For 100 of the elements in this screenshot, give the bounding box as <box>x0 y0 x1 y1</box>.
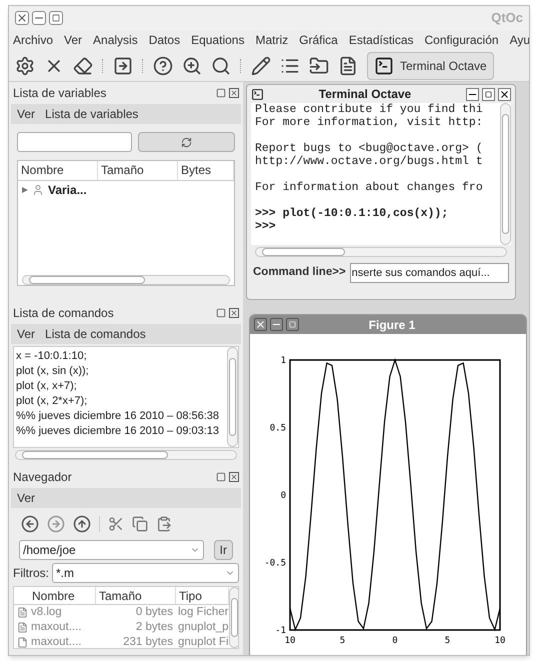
prompt-line: >>> <box>255 220 277 233</box>
menu-item[interactable]: Lista de variables <box>45 105 138 123</box>
tree-item[interactable]: Varia... <box>48 181 87 199</box>
menu-item[interactable]: Gráfica <box>299 31 338 49</box>
output-line: Please contribute if you find thi <box>255 103 484 116</box>
zoom-icon[interactable] <box>182 56 202 76</box>
file-name[interactable]: maxout.... <box>31 634 82 648</box>
float-icon[interactable] <box>216 308 226 318</box>
horizontal-scrollbar[interactable] <box>22 275 230 285</box>
prompt-line: >>> plot(-10:0.1:10,cos(x)); <box>255 207 450 220</box>
y-tick-label: 1 <box>280 356 286 366</box>
panel-title: Lista de comandos <box>13 305 114 322</box>
history-entry[interactable]: %% jueves diciembre 16 2010 – 08:56:38 <box>16 409 225 424</box>
file-name[interactable]: v8.log <box>31 604 62 622</box>
column-header[interactable]: Nombre <box>14 587 96 604</box>
y-tick-label: 0 <box>280 491 286 501</box>
output-line: For information about changes fro <box>255 181 484 194</box>
window-title: Terminal Octave <box>318 86 412 103</box>
settings-icon[interactable] <box>15 56 35 76</box>
menu-item[interactable]: Lista de comandos <box>45 325 146 343</box>
history-entry[interactable]: %% jueves diciembre 16 2010 – 09:03:13 <box>16 424 225 439</box>
float-icon[interactable] <box>216 88 226 98</box>
cut-icon[interactable] <box>108 516 124 532</box>
column-header[interactable]: Bytes <box>178 161 234 180</box>
horizontal-scrollbar[interactable] <box>255 247 507 257</box>
column-header[interactable]: Nombre <box>18 161 98 180</box>
go-button[interactable]: Ir <box>214 540 233 560</box>
y-tick-label: -1 <box>275 626 286 636</box>
file-size: 0 bytes <box>134 604 174 620</box>
menu-item[interactable]: Ver <box>64 31 82 49</box>
menu-item[interactable]: Ayu <box>510 31 529 49</box>
filter-label: Filtros: <box>13 565 49 582</box>
output-line: http://www.octave.org/bugs.html t <box>255 155 484 168</box>
panel-title: Lista de variables <box>13 85 106 102</box>
history-entry[interactable]: plot (x, sin (x)); <box>16 364 225 379</box>
folder-icon[interactable] <box>309 56 329 76</box>
minimize-icon[interactable] <box>270 318 283 331</box>
vertical-scrollbar[interactable] <box>228 587 238 648</box>
close-icon[interactable] <box>498 88 511 100</box>
column-header[interactable]: Tamaño <box>98 161 178 180</box>
menu-item[interactable]: Ver <box>17 489 36 507</box>
filter-combo[interactable]: *.m <box>52 563 239 583</box>
file-type: gnuplot_p <box>177 620 229 635</box>
column-header[interactable]: Tamaño <box>96 587 176 604</box>
menu-item[interactable]: Configuración <box>424 31 499 49</box>
close-icon[interactable] <box>254 318 267 331</box>
menu-item[interactable]: Ver <box>17 325 36 343</box>
x-tick-label: 10 <box>494 636 506 646</box>
file-size: 231 bytes <box>122 634 174 648</box>
path-combo[interactable]: /home/joe <box>19 540 204 560</box>
file-icon <box>17 637 28 648</box>
menu-item[interactable]: Estadísticas <box>348 31 414 49</box>
file-name[interactable]: maxout.... <box>31 618 82 636</box>
document-icon[interactable] <box>338 56 358 76</box>
file-type: gnuplot Fi <box>177 634 229 648</box>
pencil-icon[interactable] <box>251 56 271 76</box>
back-icon[interactable] <box>21 515 39 533</box>
command-line-label: Command line>> <box>253 265 346 280</box>
vertical-scrollbar[interactable] <box>227 347 238 447</box>
history-entry[interactable]: x = -10:0.1:10; <box>16 349 225 364</box>
horizontal-scrollbar[interactable] <box>15 450 237 460</box>
help-icon[interactable] <box>153 56 173 76</box>
menu-item[interactable]: Matriz <box>255 31 288 49</box>
filter-field[interactable] <box>17 132 132 152</box>
close-icon[interactable] <box>229 88 239 98</box>
history-entry[interactable]: plot (x, 2*x+7); <box>16 394 225 409</box>
close-icon[interactable] <box>15 11 29 25</box>
vertical-scrollbar[interactable] <box>500 103 511 245</box>
close-icon[interactable] <box>229 308 239 318</box>
expander-icon[interactable] <box>22 187 28 193</box>
eraser-icon[interactable] <box>73 56 93 76</box>
maximize-icon[interactable] <box>286 318 299 331</box>
history-entry[interactable]: plot (x, x+7); <box>16 379 225 394</box>
paste-icon[interactable] <box>156 516 172 532</box>
menu-item[interactable]: Datos <box>148 31 180 49</box>
menu-item[interactable]: Equations <box>191 31 244 49</box>
terminal-toolbar-button[interactable]: Terminal Octave <box>367 52 494 80</box>
up-icon[interactable] <box>73 515 91 533</box>
menu-item[interactable]: Analysis <box>93 31 138 49</box>
maximize-icon[interactable] <box>482 88 495 100</box>
refresh-icon <box>181 136 192 148</box>
x-tick-label: 0 <box>392 636 398 646</box>
file-size: 2 bytes <box>134 620 174 635</box>
minimize-icon[interactable] <box>32 11 46 25</box>
window-title: Figure 1 <box>368 316 416 334</box>
panel-title: Navegador <box>13 469 72 486</box>
command-input[interactable]: nserte sus comandos aquí... <box>350 263 509 283</box>
search-icon[interactable] <box>211 56 231 76</box>
menu-item[interactable]: Ver <box>17 105 36 123</box>
y-tick-label: -0.5 <box>264 558 286 568</box>
minimize-icon[interactable] <box>466 88 479 100</box>
copy-icon[interactable] <box>132 516 148 532</box>
window-title: QtOc <box>491 9 523 28</box>
menu-item[interactable]: Archivo <box>13 31 54 49</box>
user-icon <box>32 184 44 196</box>
file-type: log Ficher <box>177 604 229 620</box>
y-tick-label: 0.5 <box>270 424 286 434</box>
text-file-icon <box>17 607 28 618</box>
close-icon[interactable] <box>229 472 239 482</box>
float-icon[interactable] <box>216 472 226 482</box>
